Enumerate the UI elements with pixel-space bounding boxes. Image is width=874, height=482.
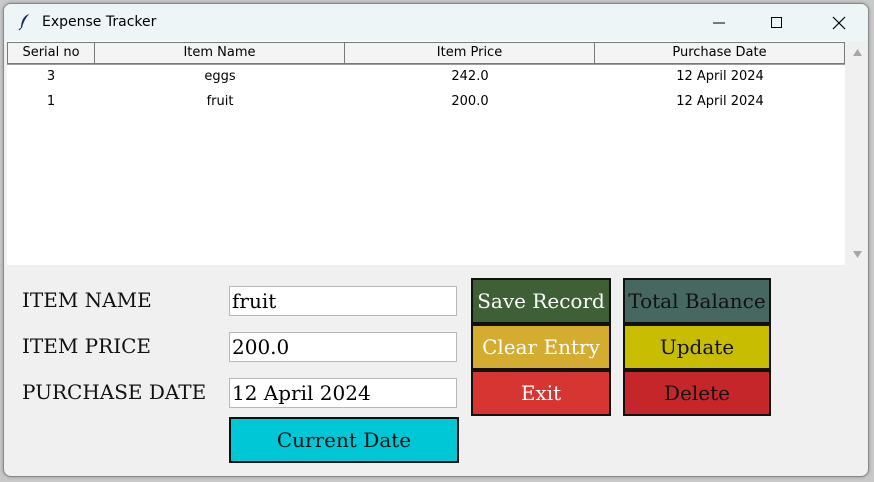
title-bar: Expense Tracker [4, 4, 868, 41]
expense-table[interactable]: Serial no Item Name Item Price Purchase … [7, 41, 845, 265]
purchase-date-input[interactable] [229, 378, 457, 408]
item-price-input[interactable] [229, 332, 457, 362]
item-name-input[interactable] [229, 286, 457, 316]
cell-item-price: 242.0 [451, 69, 489, 84]
save-record-button[interactable]: Save Record [471, 278, 611, 324]
table-row[interactable]: 3 eggs 242.0 12 April 2024 [7, 65, 845, 89]
column-header-purchase-date[interactable]: Purchase Date [595, 42, 845, 64]
table-scrollbar[interactable] [848, 41, 866, 265]
purchase-date-label: PURCHASE DATE [22, 380, 207, 404]
item-price-label: ITEM PRICE [22, 334, 151, 358]
cell-item-name: fruit [206, 94, 234, 109]
column-header-serial[interactable]: Serial no [7, 42, 95, 64]
cell-purchase-date: 12 April 2024 [676, 94, 764, 109]
table-header: Serial no Item Name Item Price Purchase … [7, 42, 845, 65]
minimize-button[interactable] [690, 4, 748, 41]
cell-serial: 1 [46, 94, 56, 109]
close-icon [832, 16, 846, 30]
exit-button[interactable]: Exit [471, 370, 611, 416]
column-header-item-price[interactable]: Item Price [345, 42, 595, 64]
cell-serial: 3 [46, 69, 56, 84]
scroll-down-icon[interactable] [853, 251, 862, 258]
window-title: Expense Tracker [42, 14, 157, 30]
scroll-up-icon[interactable] [853, 49, 862, 56]
cell-purchase-date: 12 April 2024 [676, 69, 764, 84]
delete-button[interactable]: Delete [623, 370, 771, 416]
current-date-button[interactable]: Current Date [229, 417, 459, 463]
cell-item-price: 200.0 [451, 94, 489, 109]
update-button[interactable]: Update [623, 324, 771, 370]
maximize-icon [771, 17, 782, 28]
table-row[interactable]: 1 fruit 200.0 12 April 2024 [7, 90, 845, 114]
item-name-label: ITEM NAME [22, 288, 152, 312]
minimize-icon [713, 22, 725, 24]
expense-tracker-window: Expense Tracker Serial no Item Name Item… [3, 3, 869, 477]
maximize-button[interactable] [748, 4, 806, 41]
clear-entry-button[interactable]: Clear Entry [471, 324, 611, 370]
feather-icon [18, 14, 29, 31]
cell-item-name: eggs [204, 69, 236, 84]
close-button[interactable] [810, 4, 868, 41]
total-balance-button[interactable]: Total Balance [623, 278, 771, 324]
column-header-item-name[interactable]: Item Name [95, 42, 345, 64]
